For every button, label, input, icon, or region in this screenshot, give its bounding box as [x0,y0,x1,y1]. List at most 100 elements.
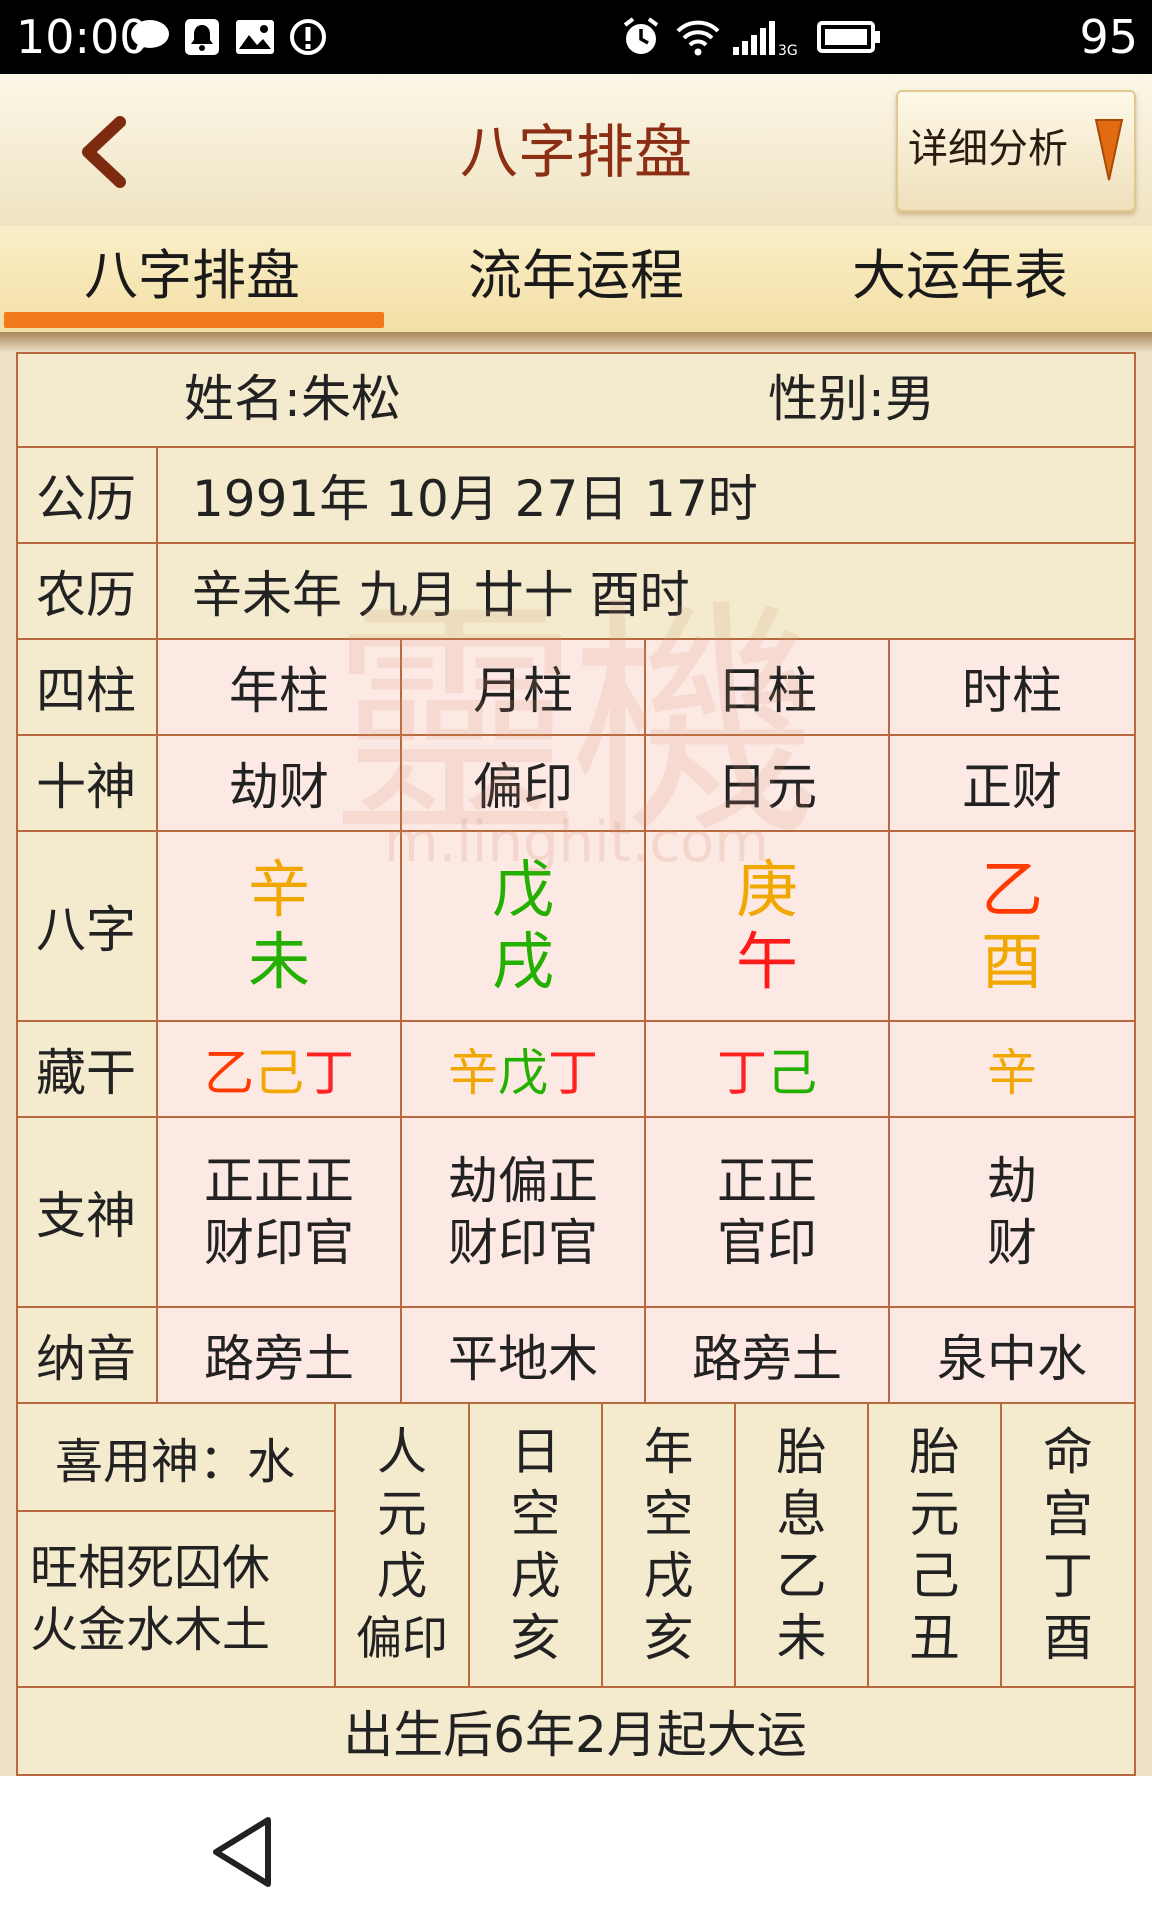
lunar-value: 辛未年 九月 廿十 酉时 [158,544,1136,640]
extra-col-2-item-3: 亥 [643,1609,694,1667]
extra-col-5-item-0: 命 [1043,1423,1093,1481]
year-branch: 未 [247,925,310,998]
active-tab-indicator [4,312,384,328]
tab-annual-fortune[interactable]: 流年运程 [384,226,768,332]
branch-god-day: 正正 官印 [646,1118,890,1308]
hidden-stem-0-0: 乙 [204,1044,254,1102]
hidden-stem-0-2: 丁 [304,1044,354,1102]
solar-date-row: 公历 1991年 10月 27日 17时 [16,448,1136,544]
branch-gods-label: 支神 [16,1118,158,1308]
element-strength-elements: 火金水木土 [30,1602,271,1658]
day-stem: 庚 [735,853,798,926]
extra-col-taixi: 胎息乙未 [736,1404,869,1688]
branch-god-hour-line2: 财 [987,1214,1037,1272]
footer-row: 出生后6年2月起大运 [16,1688,1136,1776]
ten-gods-row: 十神 劫财 偏印 日元 正财 [16,736,1136,832]
extra-col-1-item-2: 戌 [510,1547,561,1605]
person-row: 姓名:朱松 性别:男 [16,352,1136,448]
ten-god-day: 日元 [646,736,890,832]
day-branch: 午 [735,925,798,998]
branch-gods-row: 支神 正正正财印官 劫偏正 财印官 正正 官印 劫财 [16,1118,1136,1308]
branch-god-month-line2: 财印官 [448,1214,598,1272]
element-strength: 旺相死囚休 火金水木土 [16,1512,336,1688]
extra-col-taiyuan: 胎元己丑 [869,1404,1002,1688]
wifi-icon [674,14,722,60]
hidden-stem-2-0: 丁 [717,1044,767,1102]
detail-analysis-button[interactable]: 详细分析 [896,90,1136,212]
extra-col-minggong: 命宫丁酉 [1002,1404,1136,1688]
lunar-date-row: 农历 辛未年 九月 廿十 酉时 [16,544,1136,640]
alert-icon [288,14,328,60]
signal-3g-icon: 3G [730,14,800,60]
ten-gods-label: 十神 [16,736,158,832]
hour-branch: 酉 [980,925,1043,998]
solar-value: 1991年 10月 27日 17时 [158,448,1136,544]
person-gender: 性别:男 [768,370,935,428]
bazi-row: 八字 辛未 戊戌 庚午 乙酉 [16,832,1136,1022]
month-pillar-header: 月柱 [402,640,646,736]
extra-col-0-item-0: 人 [377,1423,427,1481]
hidden-stem-0-1: 己 [254,1044,304,1102]
extra-col-4-item-1: 元 [909,1485,960,1543]
extra-col-4-item-0: 胎 [909,1423,960,1481]
solar-label: 公历 [16,448,158,544]
nav-back-button[interactable] [208,1812,278,1892]
year-stem: 辛 [247,853,310,926]
branch-god-hour-line1: 劫 [987,1152,1037,1210]
bazi-month: 戊戌 [402,832,646,1022]
extra-col-0-item-2: 戊 [377,1547,427,1605]
notification-icon [182,14,222,60]
tab-decade-fortune-table[interactable]: 大运年表 [768,226,1152,332]
lunar-label: 农历 [16,544,158,640]
nayin-month: 平地木 [402,1308,646,1404]
dayun-start: 出生后6年2月起大运 [16,1688,1136,1776]
hidden-stems-hour: 辛 [890,1022,1136,1118]
extra-col-0-item-3: 偏印 [356,1611,448,1665]
branch-god-day-line2: 官印 [717,1214,817,1272]
ten-god-month: 偏印 [402,736,646,832]
bazi-day: 庚午 [646,832,890,1022]
extra-col-5-item-2: 丁 [1043,1547,1093,1605]
bazi-year: 辛未 [158,832,402,1022]
hidden-stem-1-2: 丁 [548,1044,598,1102]
pillars-row: 四柱 年柱 月柱 日柱 时柱 [16,640,1136,736]
month-stem: 戊 [491,853,554,926]
extra-col-renyuan: 人元戊偏印 [336,1404,470,1688]
extra-col-niankong: 年空戌亥 [603,1404,736,1688]
person-name: 姓名:朱松 [184,370,401,428]
extra-col-3-item-3: 未 [776,1609,827,1667]
extra-col-1-item-1: 空 [510,1485,561,1543]
bazi-content: 姓名:朱松 性别:男 公历 1991年 10月 27日 17时 农历 辛未年 九… [0,352,1152,1776]
ten-god-hour: 正财 [890,736,1136,832]
extra-col-3-item-2: 乙 [776,1547,827,1605]
extra-info-row: 喜用神：水 旺相死囚休 火金水木土 人元戊偏印 日空戌亥 年空戌亥 胎息乙未 胎… [16,1404,1136,1688]
branch-god-day-line1: 正正 [717,1152,817,1210]
nav-back-triangle-icon [213,1817,271,1887]
branch-god-year-line1: 正正正 [204,1152,354,1210]
detail-analysis-label: 详细分析 [908,126,1068,172]
status-bar: 10:00 3G 95 [0,0,1152,74]
branch-god-month-line1: 劫偏正 [448,1152,598,1210]
nayin-hour: 泉中水 [890,1308,1136,1404]
extra-col-4-item-2: 己 [909,1547,960,1605]
navigation-bar [0,1776,1152,1920]
extra-col-1-item-3: 亥 [510,1609,561,1667]
message-icon [128,14,172,60]
hidden-stems-year: 乙己丁 [158,1022,402,1118]
branch-god-month: 劫偏正 财印官 [402,1118,646,1308]
extra-col-5-item-3: 酉 [1043,1609,1093,1667]
element-strength-states: 旺相死囚休 [30,1540,271,1596]
hidden-stem-3-0: 辛 [987,1044,1037,1102]
day-pillar-header: 日柱 [646,640,890,736]
hidden-stems-label: 藏干 [16,1022,158,1118]
nayin-label: 纳音 [16,1308,158,1404]
hidden-stem-1-1: 戊 [498,1044,548,1102]
nayin-day: 路旁土 [646,1308,890,1404]
ten-god-year: 劫财 [158,736,402,832]
hidden-stem-1-0: 辛 [448,1044,498,1102]
tab-divider [0,332,1152,352]
nayin-year: 路旁土 [158,1308,402,1404]
branch-god-hour: 劫财 [890,1118,1136,1308]
svg-text:3G: 3G [778,43,798,57]
battery-level: 95 [1079,10,1138,64]
